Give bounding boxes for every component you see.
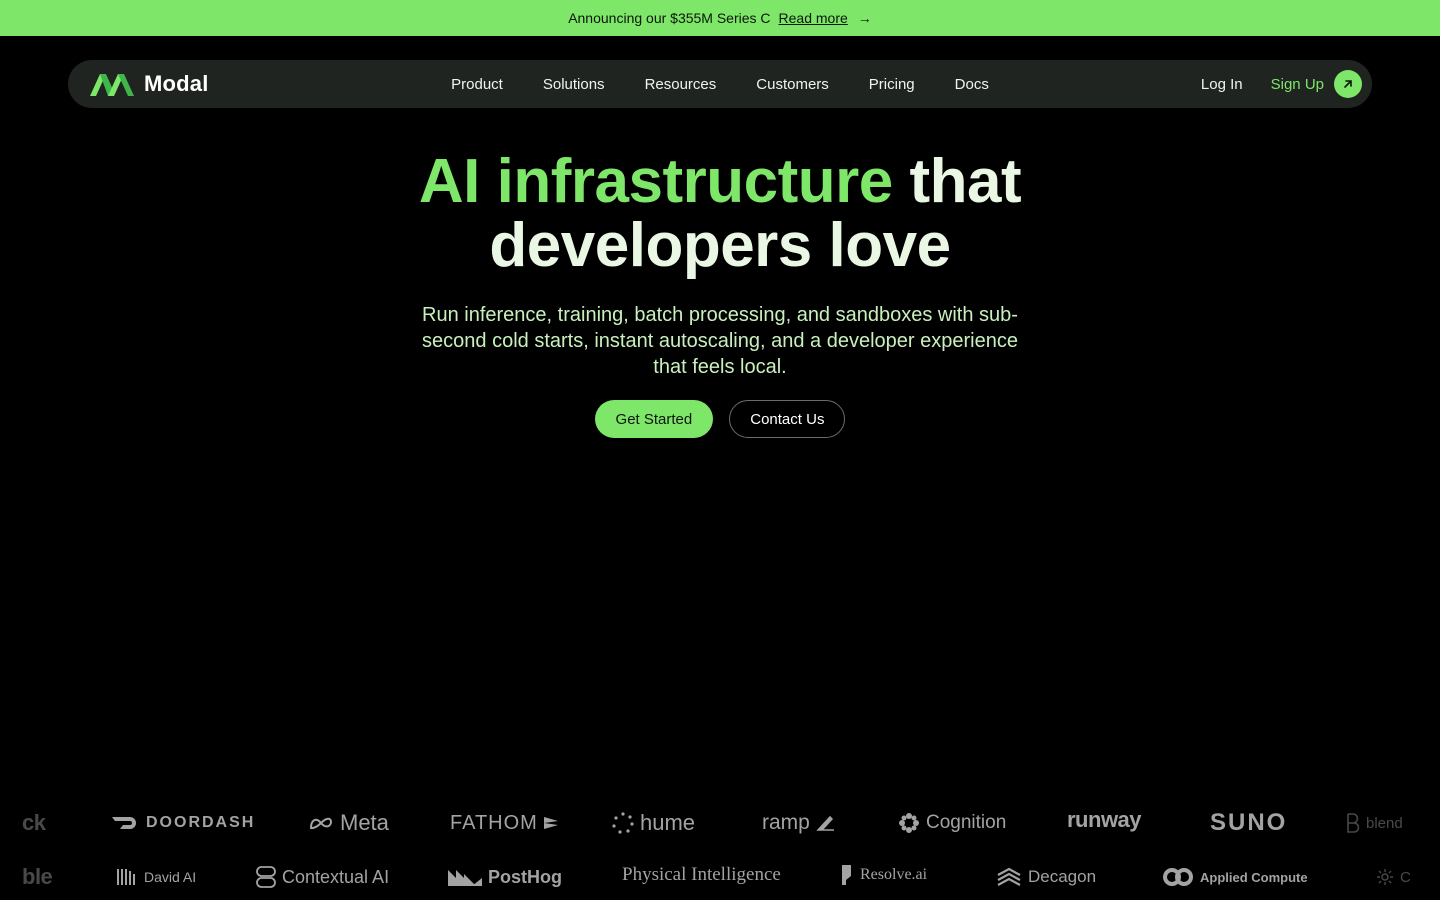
logo-text: Applied Compute [1200, 869, 1308, 885]
headline-line2: developers love [489, 211, 951, 280]
doordash-logo: DOORDASH [112, 806, 255, 840]
headline-highlight: AI infrastructure [418, 147, 893, 216]
hero-headline: AI infrastructure that developers love [0, 150, 1440, 278]
modal-logo-icon [90, 74, 134, 96]
hero-section: AI infrastructure that developers love R… [0, 150, 1440, 438]
logo-text: ramp [762, 811, 810, 834]
posthog-hedgehog-icon [448, 870, 482, 886]
contextual-ai-logo: Contextual AI [256, 860, 389, 894]
logo-text: ck [22, 810, 46, 835]
logo-text: runway [1067, 807, 1142, 832]
cognition-logo: Cognition [898, 806, 1006, 840]
contextual-ai-icon [256, 866, 276, 888]
customer-logos-row-2: ble David AI Contextual AI PostHog Physi… [0, 860, 1440, 894]
announcement-banner: Announcing our $355M Series C Read more … [0, 0, 1440, 36]
brand-logo[interactable]: Modal [90, 71, 209, 97]
customer-logo: ble [22, 860, 53, 894]
arrow-right-icon: → [857, 10, 872, 26]
physical-intelligence-logo: Physical Intelligence [622, 858, 781, 892]
signup-button[interactable]: Sign Up [1271, 70, 1362, 98]
logo-text: ble [22, 864, 53, 889]
hero-ctas: Get Started Contact Us [0, 400, 1440, 438]
nav-links: Product Solutions Resources Customers Pr… [68, 60, 1372, 108]
suno-logo: SUNO [1210, 806, 1287, 840]
nav-actions: Log In Sign Up [1201, 70, 1362, 98]
decagon-icon [997, 867, 1021, 886]
logo-text: Contextual AI [282, 866, 390, 887]
applied-compute-icon [1163, 868, 1193, 886]
runway-logo: runway [1067, 803, 1142, 837]
headline-part: that [892, 147, 1022, 216]
arrow-up-right-icon [1334, 70, 1362, 98]
get-started-button[interactable]: Get Started [594, 400, 714, 438]
resolve-ai-icon [842, 865, 851, 885]
hume-logo: hume [612, 806, 695, 840]
cognition-flower-icon [899, 813, 919, 833]
nav-docs[interactable]: Docs [955, 76, 989, 93]
blend-b-icon [1347, 813, 1360, 833]
blend-logo: blend [1346, 806, 1403, 840]
david-ai-logo: David AI [116, 860, 196, 894]
banner-read-more-link[interactable]: Read more [779, 10, 848, 26]
brand-name: Modal [144, 71, 209, 96]
nav-product[interactable]: Product [451, 76, 503, 93]
logo-text: Physical Intelligence [622, 864, 781, 885]
contact-us-button[interactable]: Contact Us [729, 400, 846, 438]
meta-logo: Meta [308, 806, 389, 840]
sun-icon [1377, 869, 1393, 885]
meta-infinity-icon [309, 817, 333, 830]
logo-text: C [1400, 868, 1411, 886]
logo-text: Decagon [1028, 867, 1097, 886]
login-link[interactable]: Log In [1201, 76, 1243, 93]
logo-text: SUNO [1210, 809, 1288, 836]
nav-resources[interactable]: Resources [645, 76, 717, 93]
nav-pricing[interactable]: Pricing [869, 76, 915, 93]
customer-logo-partial: C [1376, 860, 1411, 894]
doordash-icon [112, 817, 136, 829]
nav-solutions[interactable]: Solutions [543, 76, 605, 93]
logo-text: Resolve.ai [860, 866, 928, 883]
logo-text: blend [1366, 814, 1403, 832]
applied-compute-logo: Applied Compute [1162, 860, 1308, 894]
hume-dots-icon [612, 812, 634, 834]
logo-text: Cognition [926, 812, 1007, 833]
logo-text: hume [640, 810, 696, 835]
banner-text: Announcing our $355M Series C [568, 10, 771, 26]
decagon-logo: Decagon [996, 860, 1096, 894]
ramp-logo: ramp [762, 806, 834, 840]
logo-text: PostHog [488, 866, 562, 887]
top-navbar: Modal Product Solutions Resources Custom… [68, 60, 1372, 108]
logo-text: David AI [144, 869, 197, 885]
david-ai-bars-icon [117, 869, 135, 885]
resolve-ai-logo: Resolve.ai [840, 858, 927, 892]
logo-text: Meta [340, 810, 389, 835]
ramp-slash-icon [816, 815, 834, 831]
logo-text: DOORDASH [146, 814, 256, 831]
posthog-logo: PostHog [448, 860, 562, 894]
hero-subtitle: Run inference, training, batch processin… [422, 304, 1018, 378]
signup-label: Sign Up [1270, 75, 1324, 93]
fathom-chevron-icon [543, 817, 558, 829]
logo-text: FATHOM [450, 811, 538, 834]
customer-logo: ck [22, 806, 46, 840]
nav-customers[interactable]: Customers [756, 76, 829, 93]
fathom-logo: FATHOM [450, 806, 560, 840]
customer-logos-row-1: ck DOORDASH Meta FATHOM hume ramp Cognit… [0, 806, 1440, 840]
